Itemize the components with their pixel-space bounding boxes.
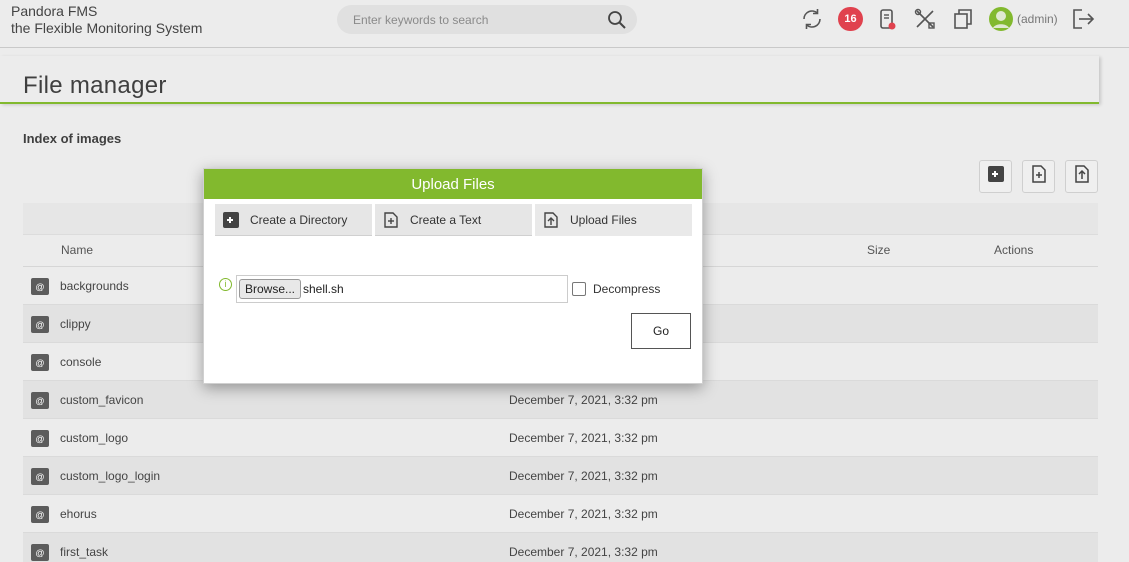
logout-icon[interactable] — [1070, 6, 1096, 32]
user-label[interactable]: (admin) — [1017, 12, 1058, 26]
page-title-bar: File manager — [0, 56, 1099, 104]
add-file-icon — [1030, 165, 1048, 188]
notification-badge[interactable]: 16 — [838, 7, 863, 31]
table-row[interactable]: @ ehorus December 7, 2021, 3:32 pm — [23, 495, 1098, 533]
folder-icon: @ — [31, 544, 49, 561]
brand[interactable]: Pandora FMS the Flexible Monitoring Syst… — [11, 3, 202, 37]
folder-icon: @ — [31, 468, 49, 485]
folder-name[interactable]: clippy — [60, 317, 91, 331]
folder-name[interactable]: custom_favicon — [60, 393, 143, 407]
go-button[interactable]: Go — [631, 313, 691, 349]
create-text-button[interactable] — [1022, 160, 1055, 193]
column-header-size[interactable]: Size — [867, 243, 890, 257]
folder-name[interactable]: first_task — [60, 545, 108, 559]
info-icon[interactable]: i — [219, 278, 232, 291]
top-header: Pandora FMS the Flexible Monitoring Syst… — [0, 0, 1129, 48]
upload-files-dialog: Upload Files Create a Directory Create a… — [203, 168, 703, 384]
page-title: File manager — [23, 72, 167, 99]
folder-date: December 7, 2021, 3:32 pm — [509, 545, 658, 559]
add-folder-icon — [987, 165, 1005, 188]
folder-name[interactable]: custom_logo — [60, 431, 128, 445]
folder-icon: @ — [31, 354, 49, 371]
folder-date: December 7, 2021, 3:32 pm — [509, 507, 658, 521]
folder-date: December 7, 2021, 3:32 pm — [509, 469, 658, 483]
dialog-tabs: Create a Directory Create a Text Upload … — [215, 204, 692, 236]
add-file-icon — [383, 211, 399, 228]
table-row[interactable]: @ first_task December 7, 2021, 3:32 pm — [23, 533, 1098, 562]
browse-button[interactable]: Browse... — [239, 279, 302, 299]
column-header-name[interactable]: Name — [61, 243, 93, 257]
table-row[interactable]: @ custom_favicon December 7, 2021, 3:32 … — [23, 381, 1098, 419]
selected-file-name: shell.sh — [303, 282, 344, 296]
upload-files-button[interactable] — [1065, 160, 1098, 193]
folder-icon: @ — [31, 392, 49, 409]
search-icon[interactable] — [607, 10, 627, 35]
decompress-label[interactable]: Decompress — [593, 282, 660, 296]
folder-icon: @ — [31, 430, 49, 447]
section-subtitle: Index of images — [23, 131, 122, 146]
column-header-actions: Actions — [994, 243, 1034, 257]
search-input[interactable] — [353, 11, 603, 28]
create-directory-button[interactable] — [979, 160, 1012, 193]
tools-icon[interactable] — [912, 6, 938, 32]
brand-tagline: the Flexible Monitoring System — [11, 20, 203, 36]
add-folder-icon — [223, 211, 239, 228]
upload-icon — [543, 212, 559, 228]
folder-name[interactable]: console — [60, 355, 101, 369]
dialog-title[interactable]: Upload Files — [204, 169, 702, 199]
tab-create-text[interactable]: Create a Text — [375, 204, 532, 236]
folder-name[interactable]: backgrounds — [60, 279, 129, 293]
search-box — [337, 5, 637, 34]
table-row[interactable]: @ custom_logo_login December 7, 2021, 3:… — [23, 457, 1098, 495]
events-icon[interactable] — [874, 6, 900, 32]
folder-name[interactable]: custom_logo_login — [60, 469, 160, 483]
brand-name: Pandora FMS — [11, 3, 98, 19]
folder-date: December 7, 2021, 3:32 pm — [509, 393, 658, 407]
folder-icon: @ — [31, 316, 49, 333]
tab-create-directory[interactable]: Create a Directory — [215, 204, 372, 236]
user-avatar-icon[interactable] — [988, 6, 1014, 32]
tab-label: Create a Text — [410, 212, 482, 227]
folder-name[interactable]: ehorus — [60, 507, 97, 521]
decompress-checkbox[interactable] — [572, 282, 586, 296]
folder-icon: @ — [31, 278, 49, 295]
tab-label: Upload Files — [570, 213, 637, 227]
folder-date: December 7, 2021, 3:32 pm — [509, 431, 658, 445]
refresh-icon[interactable] — [799, 6, 825, 32]
copy-icon[interactable] — [950, 6, 976, 32]
folder-icon: @ — [31, 506, 49, 523]
upload-icon — [1073, 165, 1091, 188]
table-row[interactable]: @ custom_logo December 7, 2021, 3:32 pm — [23, 419, 1098, 457]
tab-upload-files[interactable]: Upload Files — [535, 204, 692, 236]
tab-label: Create a Directory — [250, 212, 348, 227]
file-input[interactable]: Browse... shell.sh — [236, 275, 568, 303]
